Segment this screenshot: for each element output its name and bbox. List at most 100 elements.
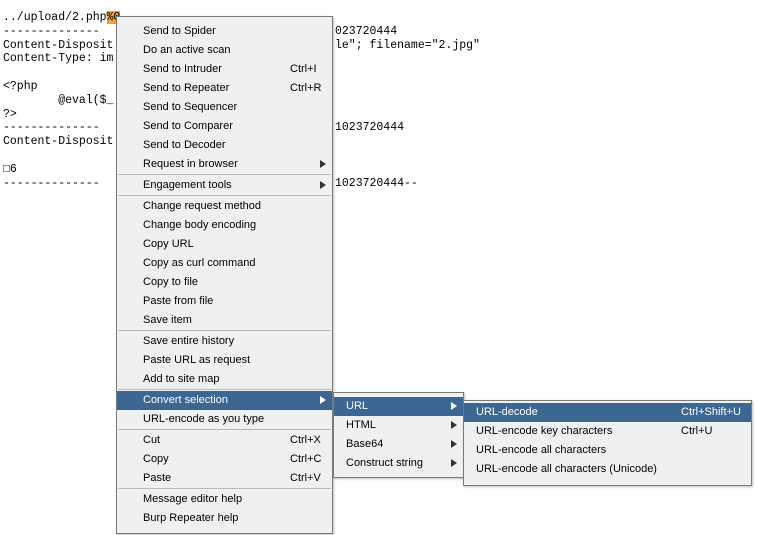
menu-item-convert-selection[interactable]: Convert selection [117,391,332,410]
convert-selection-submenu: URL HTML Base64 Construct string [333,392,464,478]
submenu-item-label: Construct string [346,457,424,469]
menu-separator [118,389,331,390]
menu-item-shortcut: Ctrl+X [290,434,321,446]
menu-item-label: Send to Intruder [143,63,222,75]
editor-line-text: ../upload/2.php [3,11,107,24]
menu-item-request-in-browser[interactable]: Request in browser [117,155,332,174]
menu-item-label: Engagement tools [143,179,232,191]
submenu-item-url-encode-all-characters[interactable]: URL-encode all characters [464,441,751,460]
submenu-item-label: URL [346,400,369,412]
menu-item-copy[interactable]: Copy Ctrl+C [117,450,332,469]
menu-separator [118,174,331,175]
submenu-item-url-decode[interactable]: URL-decode Ctrl+Shift+U [464,403,751,422]
editor-line: -------------- [3,177,100,191]
submenu-item-shortcut: Ctrl+Shift+U [681,406,741,418]
menu-item-label: Copy URL [143,238,194,250]
menu-item-label: Copy [143,453,169,465]
submenu-item-label: URL-decode [476,406,538,418]
submenu-item-label: URL-encode all characters [476,444,607,456]
editor-line-text: □6 [3,162,17,176]
submenu-item-url-encode-all-characters-unicode[interactable]: URL-encode all characters (Unicode) [464,460,751,479]
menu-item-send-to-spider[interactable]: Send to Spider [117,22,332,41]
context-menu: Send to Spider Do an active scan Send to I… [116,16,333,534]
editor-line: -------------- [3,121,100,135]
menu-item-shortcut: Ctrl+I [290,63,317,75]
editor-line: Content-Disposit [3,39,113,53]
submenu-arrow-icon [451,440,457,448]
menu-item-paste-from-file[interactable]: Paste from file [117,292,332,311]
menu-separator [118,330,331,331]
menu-item-engagement-tools[interactable]: Engagement tools [117,176,332,195]
submenu-arrow-icon [451,421,457,429]
menu-item-label: Send to Repeater [143,82,230,94]
menu-item-change-body-encoding[interactable]: Change body encoding [117,216,332,235]
submenu-arrow-icon [320,160,326,168]
submenu-arrow-icon [320,181,326,189]
menu-item-save-item[interactable]: Save item [117,311,332,330]
editor-line: <?php [3,80,38,94]
menu-item-cut[interactable]: Cut Ctrl+X [117,431,332,450]
menu-item-shortcut: Ctrl+R [290,82,322,94]
menu-item-send-to-decoder[interactable]: Send to Decoder [117,136,332,155]
url-submenu: URL-decode Ctrl+Shift+U URL-encode key cha… [463,400,752,486]
menu-separator [118,195,331,196]
menu-item-send-to-repeater[interactable]: Send to Repeater Ctrl+R [117,79,332,98]
menu-item-copy-url[interactable]: Copy URL [117,235,332,254]
menu-item-label: Send to Spider [143,25,216,37]
submenu-item-label: URL-encode all characters (Unicode) [476,463,657,475]
menu-item-paste[interactable]: Paste Ctrl+V [117,469,332,488]
editor-line-text: -------------- [3,24,100,38]
editor-line: Content-Disposit [3,135,113,149]
menu-item-label: Cut [143,434,161,446]
menu-item-label: Copy as curl command [143,257,256,269]
submenu-item-construct-string[interactable]: Construct string [334,454,463,473]
menu-item-url-encode-as-you-type[interactable]: URL-encode as you type [117,410,332,429]
menu-item-label: Copy to file [143,276,199,288]
editor-line: ../upload/2.php%0 [3,11,121,25]
submenu-item-url[interactable]: URL [334,397,463,416]
menu-item-label: Send to Sequencer [143,101,238,113]
menu-item-copy-as-curl-command[interactable]: Copy as curl command [117,254,332,273]
menu-item-send-to-intruder[interactable]: Send to Intruder Ctrl+I [117,60,332,79]
submenu-arrow-icon [320,396,326,404]
submenu-item-label: Base64 [346,438,384,450]
submenu-item-url-encode-key-characters[interactable]: URL-encode key characters Ctrl+U [464,422,751,441]
menu-item-label: URL-encode as you type [143,413,265,425]
submenu-arrow-icon [451,459,457,467]
menu-separator [118,488,331,489]
submenu-item-html[interactable]: HTML [334,416,463,435]
submenu-item-label: URL-encode key characters [476,425,613,437]
submenu-item-shortcut: Ctrl+U [681,425,713,437]
menu-item-message-editor-help[interactable]: Message editor help [117,490,332,509]
menu-item-label: Request in browser [143,158,238,170]
menu-item-do-an-active-scan[interactable]: Do an active scan [117,41,332,60]
editor-line-fragment: 023720444 [335,24,398,38]
menu-item-label: Burp Repeater help [143,512,239,524]
menu-item-label: Send to Comparer [143,120,233,132]
menu-item-label: Paste [143,472,172,484]
editor-line-text: Content-Disposit [3,135,114,149]
menu-item-add-to-site-map[interactable]: Add to site map [117,370,332,389]
editor-line-text: -------------- [3,121,100,135]
menu-item-label: Add to site map [143,373,220,385]
editor-line-text: ?> [3,107,17,121]
menu-item-label: Message editor help [143,493,243,505]
menu-item-change-request-method[interactable]: Change request method [117,197,332,216]
menu-item-label: Paste URL as request [143,354,251,366]
editor-line: @eval($_ [3,94,113,108]
editor-line-text: @eval($_ [3,93,114,107]
menu-item-copy-to-file[interactable]: Copy to file [117,273,332,292]
menu-item-save-entire-history[interactable]: Save entire history [117,332,332,351]
menu-item-shortcut: Ctrl+V [290,472,321,484]
editor-line-text: Content-Disposit [3,38,114,52]
menu-item-burp-repeater-help[interactable]: Burp Repeater help [117,509,332,528]
submenu-item-base64[interactable]: Base64 [334,435,463,454]
submenu-item-label: HTML [346,419,376,431]
menu-item-send-to-comparer[interactable]: Send to Comparer [117,117,332,136]
editor-line-fragment: 1023720444-- [335,176,418,190]
editor-line-text: Content-Type: im [3,52,114,66]
menu-item-send-to-sequencer[interactable]: Send to Sequencer [117,98,332,117]
menu-separator [118,429,331,430]
editor-line: -------------- [3,25,100,39]
menu-item-paste-url-as-request[interactable]: Paste URL as request [117,351,332,370]
